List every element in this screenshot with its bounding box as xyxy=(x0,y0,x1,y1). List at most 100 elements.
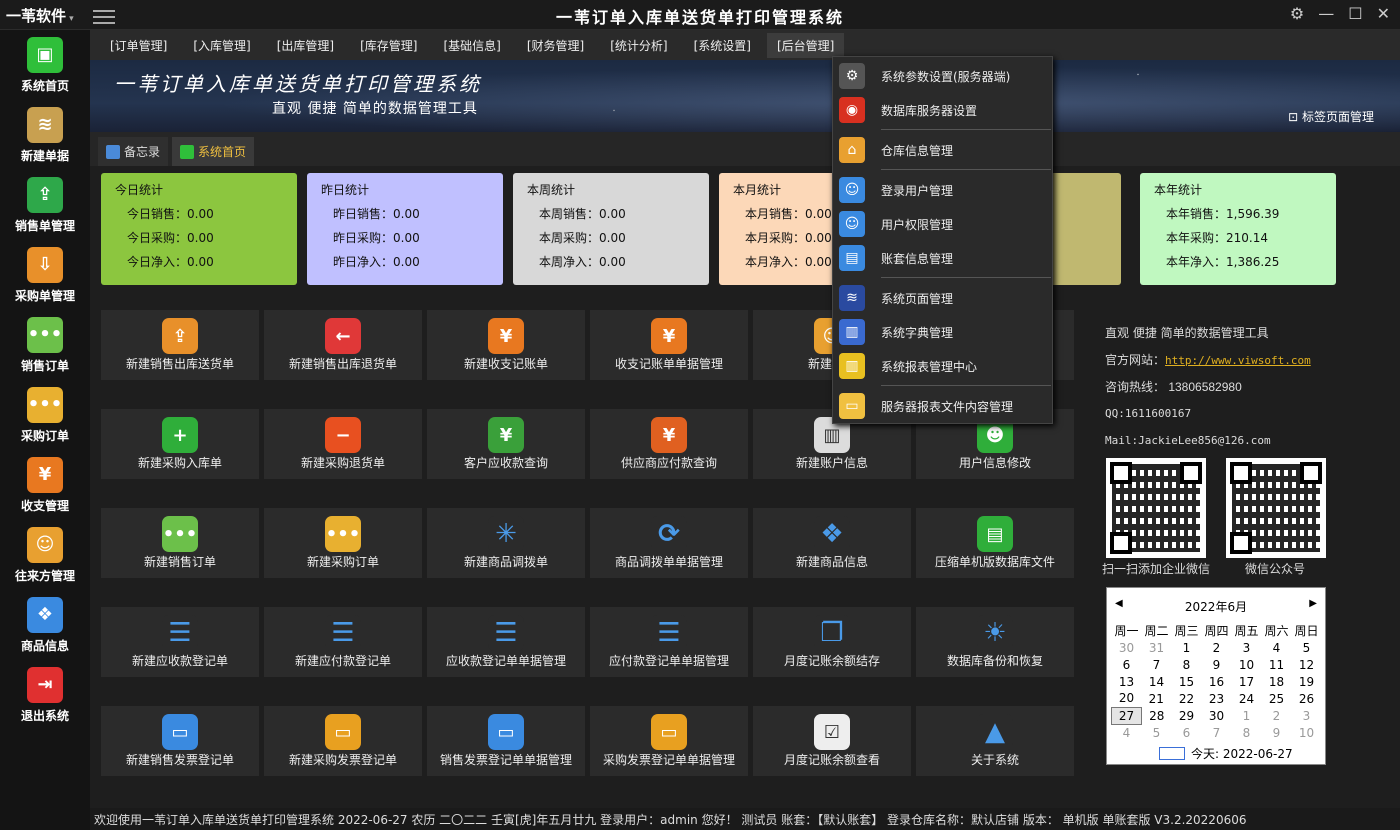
shortcut-tile[interactable]: + 新建采购入库单 xyxy=(101,409,259,479)
dropdown-item[interactable]: ≋ 系统页面管理 xyxy=(833,283,1052,313)
shortcut-tile[interactable]: ▲ 关于系统 xyxy=(916,706,1074,776)
dropdown-item[interactable]: ▤ 账套信息管理 xyxy=(833,243,1052,273)
shortcut-tile[interactable]: ••• 新建销售订单 xyxy=(101,508,259,578)
calendar-day[interactable]: 3 xyxy=(1232,639,1262,656)
calendar-day[interactable]: 8 xyxy=(1172,656,1202,673)
shortcut-tile[interactable]: ⇪ 新建销售出库送货单 xyxy=(101,310,259,380)
sidebar-item[interactable]: ≋ 新建单据 xyxy=(0,100,90,170)
sidebar-item[interactable]: ⇩ 采购单管理 xyxy=(0,240,90,310)
gear-icon[interactable]: ⚙ xyxy=(1290,4,1304,23)
calendar-day[interactable]: 7 xyxy=(1202,724,1232,741)
tab[interactable]: 备忘录 xyxy=(98,137,169,166)
next-month-icon[interactable]: ▶ xyxy=(1309,598,1317,609)
menu-item[interactable]: [入库管理] xyxy=(183,33,260,58)
sidebar-item[interactable]: ••• 销售订单 xyxy=(0,310,90,380)
dropdown-item[interactable]: ☺ 登录用户管理 xyxy=(833,175,1052,205)
calendar-day[interactable]: 6 xyxy=(1112,656,1142,673)
sidebar-item[interactable]: ❖ 商品信息 xyxy=(0,590,90,660)
shortcut-tile[interactable]: ▭ 新建采购发票登记单 xyxy=(264,706,422,776)
calendar-day[interactable]: 14 xyxy=(1142,673,1172,690)
calendar-day[interactable]: 27 xyxy=(1111,706,1142,725)
calendar-day[interactable]: 26 xyxy=(1292,690,1322,707)
calendar-day[interactable]: 9 xyxy=(1202,656,1232,673)
sidebar-item[interactable]: ••• 采购订单 xyxy=(0,380,90,450)
calendar-day[interactable]: 2 xyxy=(1202,639,1232,656)
calendar-day[interactable]: 11 xyxy=(1262,656,1292,673)
calendar-day[interactable]: 30 xyxy=(1202,707,1232,724)
shortcut-tile[interactable]: ¥ 客户应收款查询 xyxy=(427,409,585,479)
menu-item[interactable]: [基础信息] xyxy=(434,33,511,58)
calendar-day[interactable]: 17 xyxy=(1232,673,1262,690)
dropdown-item[interactable]: ◉ 数据库服务器设置 xyxy=(833,95,1052,125)
sidebar-item[interactable]: ☺ 往来方管理 xyxy=(0,520,90,590)
sidebar-item[interactable]: ¥ 收支管理 xyxy=(0,450,90,520)
dropdown-item[interactable]: ☺ 用户权限管理 xyxy=(833,209,1052,239)
shortcut-tile[interactable]: ☰ 应付款登记单单据管理 xyxy=(590,607,748,677)
calendar-day[interactable]: 6 xyxy=(1172,724,1202,741)
shortcut-tile[interactable]: ✳ 新建商品调拨单 xyxy=(427,508,585,578)
shortcut-tile[interactable]: ← 新建销售出库退货单 xyxy=(264,310,422,380)
calendar-day[interactable]: 1 xyxy=(1232,707,1262,724)
calendar-day[interactable]: 24 xyxy=(1232,690,1262,707)
calendar-day[interactable]: 18 xyxy=(1262,673,1292,690)
calendar-day[interactable]: 19 xyxy=(1292,673,1322,690)
calendar-day[interactable]: 3 xyxy=(1292,707,1322,724)
calendar-day[interactable]: 12 xyxy=(1292,656,1322,673)
shortcut-tile[interactable]: − 新建采购退货单 xyxy=(264,409,422,479)
maximize-icon[interactable]: ☐ xyxy=(1348,4,1362,23)
calendar-day[interactable]: 15 xyxy=(1172,673,1202,690)
shortcut-tile[interactable]: ☰ 新建应付款登记单 xyxy=(264,607,422,677)
calendar-day[interactable]: 2 xyxy=(1262,707,1292,724)
calendar-day[interactable]: 21 xyxy=(1142,690,1172,707)
shortcut-tile[interactable]: ❐ 月度记账余额结存 xyxy=(753,607,911,677)
menu-item[interactable]: [财务管理] xyxy=(517,33,594,58)
shortcut-tile[interactable]: ⟳ 商品调拨单单据管理 xyxy=(590,508,748,578)
shortcut-tile[interactable]: ¥ 新建收支记账单 xyxy=(427,310,585,380)
calendar[interactable]: ◀ 2022年6月 ▶ 周一 周二 周三 周四 周五 周六 周日 30 31 1 2 3 4 5 6 7 8 9 1… xyxy=(1106,587,1326,765)
calendar-day[interactable]: 8 xyxy=(1232,724,1262,741)
shortcut-tile[interactable]: ▭ 新建销售发票登记单 xyxy=(101,706,259,776)
website-link[interactable]: http://www.viwsoft.com xyxy=(1165,354,1311,367)
close-icon[interactable]: ✕ xyxy=(1377,4,1390,23)
calendar-day[interactable]: 13 xyxy=(1112,673,1142,690)
dropdown-item[interactable]: ⚙ 系统参数设置(服务器端) xyxy=(833,61,1052,91)
menu-item[interactable]: [库存管理] xyxy=(350,33,427,58)
calendar-day[interactable]: 28 xyxy=(1142,707,1172,724)
calendar-day[interactable]: 1 xyxy=(1172,639,1202,656)
menu-item[interactable]: [订单管理] xyxy=(100,33,177,58)
calendar-day[interactable]: 29 xyxy=(1172,707,1202,724)
sidebar-item[interactable]: ⇪ 销售单管理 xyxy=(0,170,90,240)
menu-item[interactable]: [统计分析] xyxy=(600,33,677,58)
calendar-day[interactable]: 23 xyxy=(1202,690,1232,707)
minimize-icon[interactable]: — xyxy=(1318,4,1334,23)
shortcut-tile[interactable]: ☀ 数据库备份和恢复 xyxy=(916,607,1074,677)
calendar-day[interactable]: 5 xyxy=(1292,639,1322,656)
calendar-day[interactable]: 20 xyxy=(1112,690,1142,707)
calendar-day[interactable]: 31 xyxy=(1142,639,1172,656)
calendar-day[interactable]: 30 xyxy=(1112,639,1142,656)
dropdown-item[interactable]: ⌂ 仓库信息管理 xyxy=(833,135,1052,165)
calendar-day[interactable]: 9 xyxy=(1262,724,1292,741)
shortcut-tile[interactable]: ▭ 采购发票登记单单据管理 xyxy=(590,706,748,776)
calendar-day[interactable]: 4 xyxy=(1112,724,1142,741)
menu-item[interactable]: [出库管理] xyxy=(267,33,344,58)
shortcut-tile[interactable]: ••• 新建采购订单 xyxy=(264,508,422,578)
tab-manager-button[interactable]: ⊡ 标签页面管理 xyxy=(1288,108,1374,125)
dropdown-item[interactable]: ▥ 系统字典管理 xyxy=(833,317,1052,347)
shortcut-tile[interactable]: ▤ 压缩单机版数据库文件 xyxy=(916,508,1074,578)
calendar-day[interactable]: 25 xyxy=(1262,690,1292,707)
shortcut-tile[interactable]: ☰ 应收款登记单单据管理 xyxy=(427,607,585,677)
shortcut-tile[interactable]: ☰ 新建应收款登记单 xyxy=(101,607,259,677)
menu-item[interactable]: [系统设置] xyxy=(684,33,761,58)
calendar-day[interactable]: 5 xyxy=(1142,724,1172,741)
calendar-day[interactable]: 10 xyxy=(1232,656,1262,673)
shortcut-tile[interactable]: ▭ 销售发票登记单单据管理 xyxy=(427,706,585,776)
calendar-day[interactable]: 10 xyxy=(1292,724,1322,741)
dropdown-item[interactable]: ▥ 系统报表管理中心 xyxy=(833,351,1052,381)
shortcut-tile[interactable]: ☑ 月度记账余额查看 xyxy=(753,706,911,776)
calendar-day[interactable]: 16 xyxy=(1202,673,1232,690)
dropdown-item[interactable]: ▭ 服务器报表文件内容管理 xyxy=(833,391,1052,421)
calendar-day[interactable]: 4 xyxy=(1262,639,1292,656)
calendar-day[interactable]: 22 xyxy=(1172,690,1202,707)
sidebar-item[interactable]: ⇥ 退出系统 xyxy=(0,660,90,730)
